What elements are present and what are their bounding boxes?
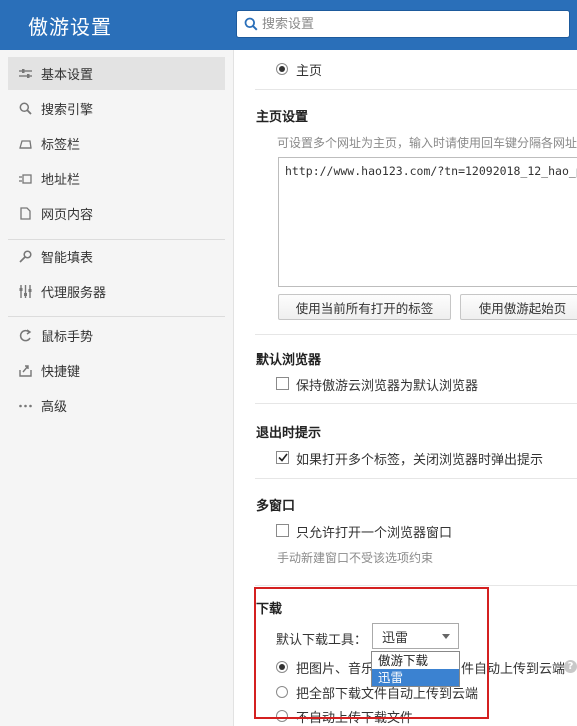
download-tool-select[interactable]: 迅雷	[372, 623, 459, 649]
key-icon	[18, 250, 32, 264]
single-window-checkbox[interactable]	[276, 524, 289, 537]
more-icon	[18, 399, 32, 413]
search-input[interactable]	[262, 16, 552, 32]
sidebar: 基本设置 搜索引擎 标签栏 地址栏 网页内容 智能填表 代理服务器 鼠标手势 快…	[0, 50, 234, 726]
sliders-icon	[18, 67, 32, 81]
sidebar-item-label: 快捷键	[41, 365, 81, 380]
section-divider	[255, 89, 577, 90]
download-tool-selected-value: 迅雷	[382, 630, 409, 646]
use-current-tabs-button[interactable]: 使用当前所有打开的标签	[278, 294, 451, 320]
settings-content: 主页 主页设置 可设置多个网址为主页，输入时请使用回车键分隔各网址 http:/…	[235, 50, 577, 726]
multi-window-title: 多窗口	[256, 499, 296, 514]
no-upload-label: 不自动上传下载文件	[296, 711, 414, 726]
exit-prompt-title: 退出时提示	[256, 426, 322, 441]
sidebar-item-label: 代理服务器	[41, 286, 107, 301]
sidebar-item-label: 标签栏	[41, 138, 81, 153]
sidebar-item-mouse-gesture[interactable]: 鼠标手势	[8, 319, 225, 352]
homepage-settings-hint: 可设置多个网址为主页，输入时请使用回车键分隔各网址	[277, 136, 577, 150]
sidebar-item-web-content[interactable]: 网页内容	[8, 197, 225, 230]
dropdown-option-maxthon-download[interactable]: 傲游下载	[372, 652, 459, 669]
page-icon	[18, 207, 32, 221]
section-divider	[255, 478, 577, 479]
homepage-url-textarea[interactable]: http://www.hao123.com/?tn=12092018_12_ha…	[278, 157, 577, 287]
upload-media-radio[interactable]	[276, 661, 288, 673]
sidebar-item-address-bar[interactable]: 地址栏	[8, 162, 225, 195]
exit-prompt-option-label: 如果打开多个标签，关闭浏览器时弹出提示	[296, 453, 544, 468]
upload-media-label-start: 把图片、音乐	[296, 662, 375, 677]
search-icon	[240, 13, 262, 35]
default-browser-title: 默认浏览器	[256, 353, 322, 368]
sidebar-item-shortcuts[interactable]: 快捷键	[8, 354, 225, 387]
single-window-option-label: 只允许打开一个浏览器窗口	[296, 526, 453, 541]
address-bar-icon	[18, 172, 32, 186]
no-upload-radio[interactable]	[276, 710, 288, 722]
section-divider	[255, 403, 577, 404]
app-title: 傲游设置	[28, 15, 112, 39]
download-title: 下载	[256, 602, 283, 617]
checkmark-icon	[277, 453, 288, 462]
multi-window-hint: 手动新建窗口不受该选项约束	[277, 551, 434, 565]
sidebar-item-proxy-server[interactable]: 代理服务器	[8, 275, 225, 308]
homepage-settings-title: 主页设置	[256, 110, 309, 125]
sidebar-item-label: 地址栏	[41, 173, 81, 188]
default-download-tool-label: 默认下载工具：	[276, 633, 368, 648]
upload-media-label-end: 件自动上传到云端	[461, 662, 566, 677]
mouse-gesture-icon	[18, 329, 32, 343]
dropdown-option-xunlei[interactable]: 迅雷	[372, 669, 459, 686]
homepage-radio-label: 主页	[296, 64, 323, 79]
sidebar-item-label: 搜索引擎	[41, 103, 94, 118]
section-divider	[255, 334, 577, 335]
search-icon	[18, 102, 32, 116]
download-tool-dropdown-list: 傲游下载 迅雷	[371, 651, 460, 687]
chevron-down-icon	[442, 634, 450, 639]
sidebar-item-label: 高级	[41, 400, 68, 415]
sidebar-item-label: 网页内容	[41, 208, 94, 223]
tabs-icon	[18, 137, 32, 151]
upload-all-radio[interactable]	[276, 686, 288, 698]
sidebar-item-tab-bar[interactable]: 标签栏	[8, 127, 225, 160]
shortcut-icon	[18, 364, 32, 378]
section-divider	[255, 585, 577, 586]
use-maxthon-start-page-button[interactable]: 使用傲游起始页	[460, 294, 577, 320]
sidebar-item-search-engine[interactable]: 搜索引擎	[8, 92, 225, 125]
sidebar-item-label: 基本设置	[41, 68, 94, 83]
help-icon[interactable]: ?	[564, 660, 577, 673]
sidebar-item-label: 智能填表	[41, 251, 94, 266]
sidebar-divider	[8, 316, 225, 317]
sidebar-item-smart-fill[interactable]: 智能填表	[8, 240, 225, 273]
default-browser-checkbox[interactable]	[276, 377, 289, 390]
sidebar-item-advanced[interactable]: 高级	[8, 389, 225, 422]
search-box[interactable]	[236, 10, 570, 38]
sidebar-item-label: 鼠标手势	[41, 330, 94, 345]
proxy-icon	[18, 285, 32, 299]
default-browser-option-label: 保持傲游云浏览器为默认浏览器	[296, 379, 479, 394]
homepage-radio[interactable]	[276, 63, 288, 75]
exit-prompt-checkbox[interactable]	[276, 451, 289, 464]
sidebar-item-basic-settings[interactable]: 基本设置	[8, 57, 225, 90]
header-bar: 傲游设置	[0, 0, 577, 50]
